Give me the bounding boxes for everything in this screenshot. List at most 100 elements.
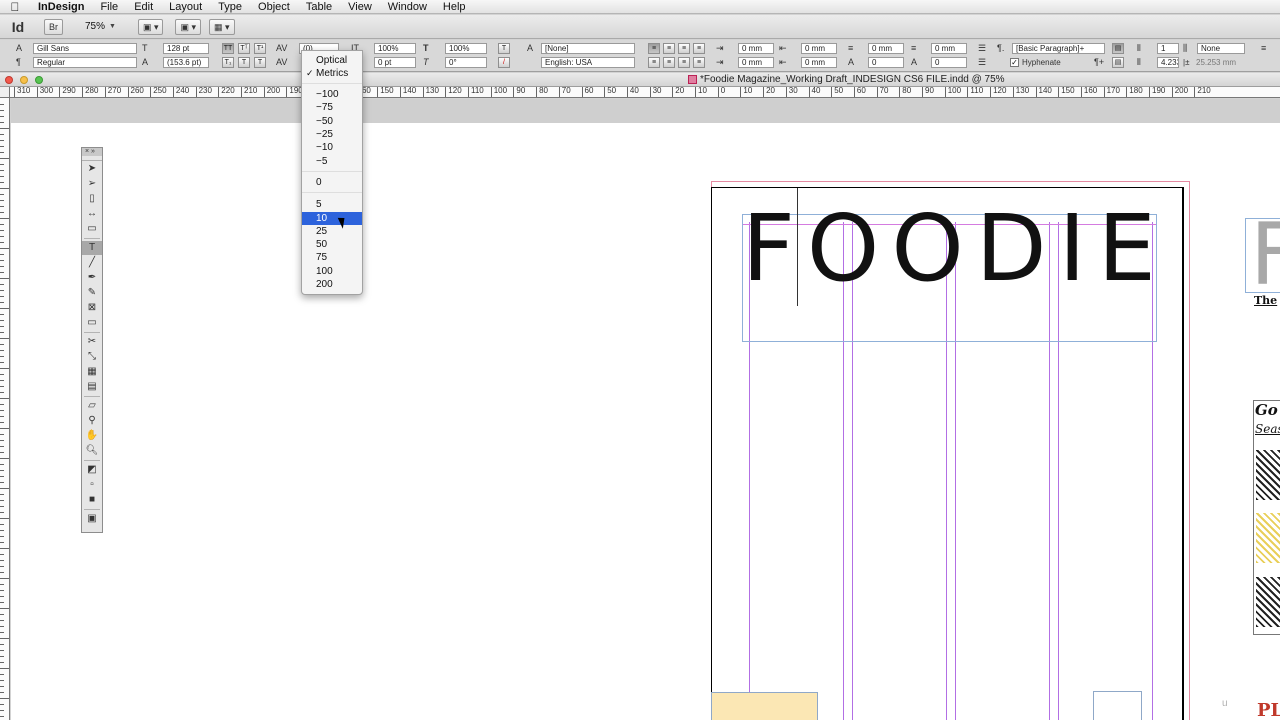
rectangle-frame-tool-icon[interactable]: ⊠ [82, 301, 102, 315]
font-family-field[interactable]: Gill Sans [33, 43, 137, 54]
stroke-none-icon[interactable]: / [498, 57, 510, 68]
selection-tool-icon[interactable]: ➤ [82, 162, 102, 176]
small-caps-button[interactable]: Tᵀ [238, 43, 250, 54]
menu-file[interactable]: File [92, 0, 126, 14]
yellow-color-frame[interactable] [711, 692, 818, 720]
menu-window[interactable]: Window [380, 0, 435, 14]
dropdown-option[interactable]: 0 [302, 176, 362, 189]
bridge-button[interactable]: Br [44, 18, 63, 35]
skew-field[interactable]: 0° [445, 57, 487, 68]
character-formatting-icon[interactable]: A [16, 43, 22, 54]
space-before-field[interactable]: 0 mm [868, 43, 904, 54]
span-select[interactable]: None [1197, 43, 1245, 54]
drop-cap-lines-field[interactable]: 0 [868, 57, 904, 68]
empty-frame[interactable] [1093, 691, 1142, 720]
pencil-tool-icon[interactable]: ✎ [82, 286, 102, 300]
hyphenate-checkbox[interactable]: ✓ [1010, 58, 1019, 67]
paragraph-style-select[interactable]: [Basic Paragraph]+ [1012, 43, 1105, 54]
drop-cap-chars-field[interactable]: 0 [931, 57, 967, 68]
apple-menu-icon[interactable]:  [0, 0, 30, 14]
pen-tool-icon[interactable]: ✒ [82, 271, 102, 285]
eyedropper-tool-icon[interactable]: ⚲ [82, 414, 102, 428]
vertical-scale-field[interactable]: 100% [374, 43, 416, 54]
panel-menu-icon[interactable]: ≡ [1261, 43, 1266, 54]
menu-app[interactable]: InDesign [30, 0, 92, 14]
superscript-button[interactable]: T¹ [254, 43, 266, 54]
right-indent-field[interactable]: 0 mm [801, 43, 837, 54]
rectangle-tool-icon[interactable]: ▭ [82, 316, 102, 330]
close-window-icon[interactable] [5, 76, 13, 84]
apply-color-icon[interactable]: ■ [82, 493, 102, 507]
dropdown-option[interactable]: 25 [302, 225, 362, 238]
menu-table[interactable]: Table [298, 0, 340, 14]
zoom-level[interactable]: 75% [85, 21, 105, 32]
dropdown-option-optical[interactable]: Optical [302, 54, 362, 67]
strikethrough-button[interactable]: T [254, 57, 266, 68]
dropdown-option[interactable]: −25 [302, 128, 362, 141]
justify-center-button[interactable]: ≡ [663, 57, 675, 68]
horizontal-ruler[interactable]: 310 300 290 280 270 260 250 240 230 220 210 200 190 1… [10, 87, 1280, 98]
align-center-button[interactable]: ≡ [663, 43, 675, 54]
ruler-origin[interactable] [0, 87, 10, 98]
dropdown-option[interactable]: −100 [302, 88, 362, 101]
menu-edit[interactable]: Edit [126, 0, 161, 14]
menu-layout[interactable]: Layout [161, 0, 210, 14]
fill-text-icon[interactable]: T [498, 43, 510, 54]
paragraph-formatting-icon[interactable]: ¶ [16, 57, 21, 68]
columns-field[interactable]: 1 [1157, 43, 1179, 54]
page-tool-icon[interactable]: ▯ [82, 192, 102, 206]
direct-selection-tool-icon[interactable]: ➢ [82, 177, 102, 191]
dropdown-option[interactable]: −50 [302, 115, 362, 128]
justify-right-button[interactable]: ≡ [678, 57, 690, 68]
align-left-button[interactable]: ≡ [648, 43, 660, 54]
content-collector-tool-icon[interactable]: ▭ [82, 222, 102, 236]
tools-panel-header[interactable]: × » [82, 148, 102, 156]
type-tool-icon[interactable]: T [82, 241, 102, 255]
justify-left-button[interactable]: ≡ [648, 57, 660, 68]
dropdown-option[interactable]: −75 [302, 101, 362, 114]
scissors-tool-icon[interactable]: ✂ [82, 335, 102, 349]
justify-all-button[interactable]: ≡ [693, 57, 705, 68]
dropdown-option[interactable]: 200 [302, 278, 362, 291]
vertical-ruler[interactable] [0, 98, 10, 720]
menu-object[interactable]: Object [250, 0, 298, 14]
space-after-field[interactable]: 0 mm [931, 43, 967, 54]
zoom-window-icon[interactable] [35, 76, 43, 84]
screen-mode-icon[interactable]: ▣ [82, 512, 102, 526]
zoom-chevron-down-icon[interactable]: ▼ [109, 23, 116, 30]
dropdown-option[interactable]: 5 [302, 198, 362, 211]
clear-overrides-icon[interactable]: ¶+ [1094, 57, 1104, 68]
all-caps-button[interactable]: TT [222, 43, 234, 54]
view-options-button[interactable]: ▣ ▾ [137, 18, 164, 35]
note-tool-icon[interactable]: ▱ [82, 399, 102, 413]
bullet-list-icon[interactable]: ☰ [978, 43, 986, 54]
last-line-indent-field[interactable]: 0 mm [801, 57, 837, 68]
menu-view[interactable]: View [340, 0, 380, 14]
gap-tool-icon[interactable]: ↔ [82, 207, 102, 221]
dropdown-option[interactable]: 50 [302, 238, 362, 251]
dropdown-option[interactable]: 100 [302, 265, 362, 278]
horizontal-scale-field[interactable]: 100% [445, 43, 487, 54]
arrange-documents-button[interactable]: ▦ ▾ [209, 18, 235, 35]
gradient-feather-tool-icon[interactable]: ▤ [82, 380, 102, 394]
left-indent-field[interactable]: 0 mm [738, 43, 774, 54]
dropdown-option[interactable]: −5 [302, 155, 362, 168]
free-transform-tool-icon[interactable]: ⤡ [82, 350, 102, 364]
minimize-window-icon[interactable] [20, 76, 28, 84]
line-tool-icon[interactable]: ╱ [82, 256, 102, 270]
dropdown-option-selected[interactable]: 10 [302, 212, 362, 225]
gradient-swatch-tool-icon[interactable]: ▦ [82, 365, 102, 379]
align-right-button[interactable]: ≡ [678, 43, 690, 54]
hand-tool-icon[interactable]: ✋ [82, 429, 102, 443]
underline-button[interactable]: T [238, 57, 250, 68]
tools-panel-grip[interactable] [82, 156, 102, 161]
dropdown-option[interactable]: 75 [302, 251, 362, 264]
font-style-field[interactable]: Regular [33, 57, 137, 68]
baseline-grid-off-button[interactable]: ▤ [1112, 43, 1124, 54]
screen-mode-button[interactable]: ▣ ▾ [175, 18, 202, 35]
formatting-affects-icon[interactable]: ▫ [82, 478, 102, 492]
align-towards-spine-button[interactable]: ≡ [693, 43, 705, 54]
character-style-select[interactable]: [None] [541, 43, 635, 54]
headline-text[interactable]: FOODIE [742, 194, 1157, 304]
leading-field[interactable]: (153.6 pt) [163, 57, 209, 68]
